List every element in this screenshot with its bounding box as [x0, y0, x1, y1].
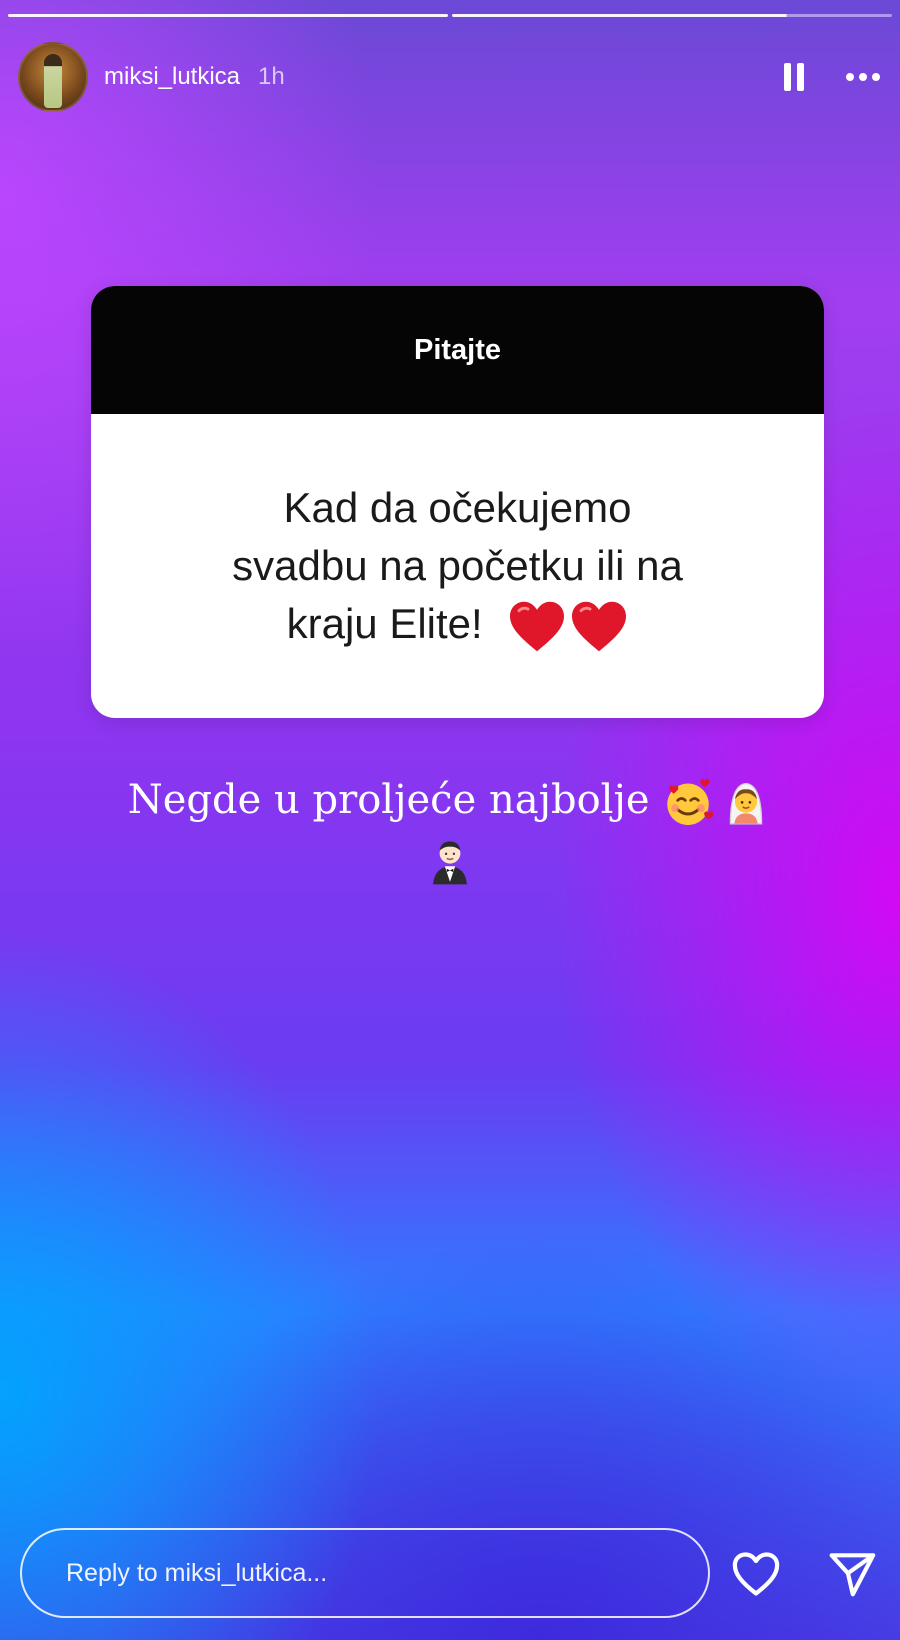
red-heart-icon: [572, 602, 627, 652]
progress-segment-completed: [8, 14, 448, 17]
send-icon[interactable]: [826, 1548, 878, 1600]
red-heart-icon: [510, 602, 565, 652]
question-text: Kad da očekujemo svadbu na početku ili n…: [232, 479, 683, 654]
question-line: kraju Elite!: [286, 599, 483, 647]
timestamp: 1h: [258, 63, 285, 90]
more-horizontal-icon[interactable]: [846, 73, 880, 81]
username[interactable]: miksi_lutkica: [104, 63, 240, 91]
question-sticker-title: Pitajte: [91, 286, 824, 414]
smiling-face-with-hearts-icon: [667, 778, 714, 826]
reply-input[interactable]: [64, 1557, 708, 1589]
question-line: Kad da očekujemo: [283, 483, 632, 531]
heart-outline-icon[interactable]: [730, 1548, 782, 1600]
answer-text: Negde u proljeće najbolje: [60, 770, 840, 888]
question-sticker[interactable]: Pitajte Kad da očekujemo svadbu na počet…: [91, 286, 824, 718]
answer-line: Negde u proljeće najbolje: [127, 777, 650, 823]
man-in-tuxedo-icon: [433, 841, 467, 885]
story-progress-bar: [8, 14, 892, 18]
question-sticker-body: Kad da očekujemo svadbu na početku ili n…: [91, 414, 824, 718]
reply-field-container[interactable]: [20, 1528, 710, 1618]
bride-with-veil-icon: [729, 782, 763, 825]
progress-segment-current: [452, 14, 892, 17]
pause-icon[interactable]: [784, 63, 804, 91]
story-header: miksi_lutkica 1h: [18, 42, 880, 112]
question-line: svadbu na početku ili na: [232, 541, 683, 589]
avatar[interactable]: [18, 42, 88, 112]
